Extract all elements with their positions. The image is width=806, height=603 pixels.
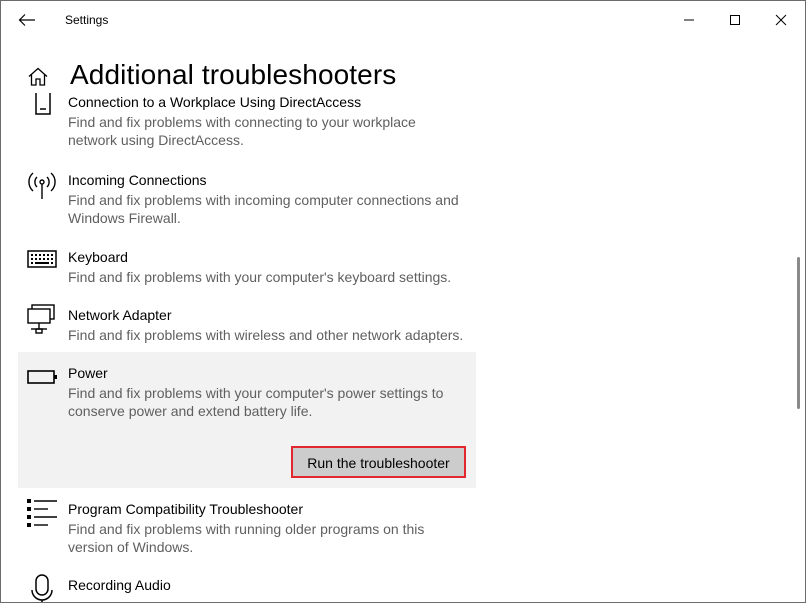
list-item-network-adapter[interactable]: Network Adapter Find and fix problems wi… — [18, 297, 476, 355]
battery-icon — [26, 368, 58, 400]
item-title: Connection to a Workplace Using DirectAc… — [68, 94, 362, 110]
item-title: Network Adapter — [68, 307, 172, 323]
item-title: Incoming Connections — [68, 172, 207, 188]
item-description: Find and fix problems with your computer… — [68, 385, 444, 419]
item-title: Program Compatibility Troubleshooter — [68, 501, 303, 517]
close-icon — [775, 14, 787, 26]
troubleshooter-list: Connection to a Workplace Using DirectAc… — [1, 93, 501, 602]
app-title: Settings — [65, 13, 109, 27]
minimize-button[interactable] — [666, 1, 712, 39]
run-troubleshooter-button[interactable]: Run the troubleshooter — [291, 446, 466, 478]
item-title: Power — [68, 365, 108, 381]
close-button[interactable] — [758, 1, 804, 39]
maximize-icon — [730, 15, 740, 25]
home-icon[interactable] — [27, 66, 49, 88]
title-bar: Settings — [1, 1, 805, 39]
minimize-icon — [684, 19, 694, 21]
item-description: Find and fix problems with your computer… — [68, 269, 452, 285]
scrollbar[interactable] — [797, 257, 800, 409]
list-item-incoming-connections[interactable]: Incoming Connections Find and fix proble… — [18, 163, 476, 239]
item-title: Keyboard — [68, 249, 128, 265]
page-title: Additional troubleshooters — [70, 59, 397, 90]
item-description: Find and fix problems with wireless and … — [68, 327, 464, 343]
list-item-power[interactable]: Power Find and fix problems with your co… — [18, 352, 476, 488]
maximize-button[interactable] — [712, 1, 758, 39]
list-item-directaccess[interactable]: Connection to a Workplace Using DirectAc… — [18, 93, 476, 163]
list-item-program-compatibility[interactable]: Program Compatibility Troubleshooter Fin… — [18, 488, 476, 566]
keyboard-icon — [26, 247, 58, 279]
list-item-keyboard[interactable]: Keyboard Find and fix problems with your… — [18, 239, 476, 297]
settings-window: Settings Additional troubleshooters Conn… — [0, 0, 806, 603]
antenna-icon — [26, 169, 58, 201]
item-description: Find and fix problems with running older… — [68, 521, 425, 555]
list-item-recording-audio[interactable]: Recording Audio — [18, 566, 476, 602]
item-description: Find and fix problems with connecting to… — [68, 114, 416, 148]
microphone-icon — [26, 574, 58, 602]
item-title: Recording Audio — [68, 577, 171, 593]
list-icon — [26, 498, 58, 530]
back-arrow-icon[interactable] — [15, 9, 39, 31]
network-adapter-icon — [26, 303, 58, 335]
item-description: Find and fix problems with incoming comp… — [68, 192, 459, 226]
phone-icon — [26, 93, 58, 123]
